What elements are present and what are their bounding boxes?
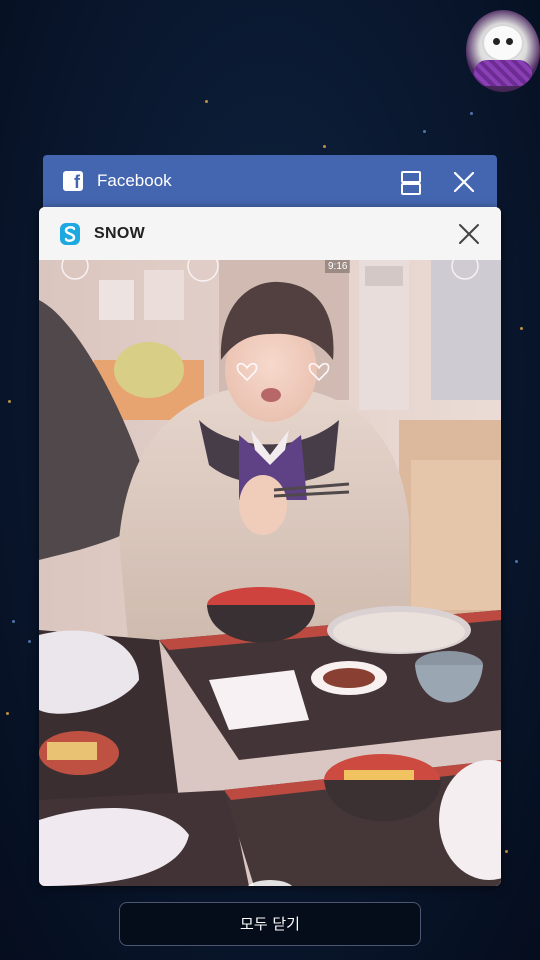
background-star bbox=[205, 100, 208, 103]
user-avatar[interactable] bbox=[466, 10, 540, 92]
facebook-logo-icon: f bbox=[63, 171, 83, 192]
close-icon[interactable] bbox=[451, 169, 477, 195]
background-star bbox=[28, 640, 31, 643]
background-star bbox=[470, 112, 473, 115]
background-star bbox=[423, 130, 426, 133]
app-preview-photo bbox=[39, 260, 501, 886]
facebook-recent-card[interactable]: f Facebook bbox=[43, 155, 497, 209]
facebook-card-title: Facebook bbox=[97, 171, 172, 190]
snow-card-header: SNOW bbox=[39, 207, 501, 260]
camera-timer-label: 9:16 bbox=[325, 260, 351, 273]
avatar-tinsel bbox=[474, 60, 532, 86]
avatar-character-face bbox=[482, 24, 524, 62]
background-star bbox=[8, 400, 11, 403]
snow-card-title: SNOW bbox=[94, 225, 145, 242]
background-star bbox=[323, 145, 326, 148]
background-star bbox=[6, 712, 9, 715]
background-star bbox=[505, 850, 508, 853]
background-star bbox=[12, 620, 15, 623]
background-star bbox=[520, 327, 523, 330]
background-star bbox=[515, 560, 518, 563]
snow-recent-card[interactable]: SNOW 9:16 bbox=[39, 207, 501, 886]
recent-apps-screen: f Facebook SNOW 9:16 모두 닫기 bbox=[0, 0, 540, 960]
snow-logo-icon bbox=[60, 223, 80, 245]
close-all-button[interactable]: 모두 닫기 bbox=[119, 902, 421, 946]
split-screen-icon[interactable] bbox=[399, 169, 421, 195]
close-icon[interactable] bbox=[457, 222, 481, 246]
